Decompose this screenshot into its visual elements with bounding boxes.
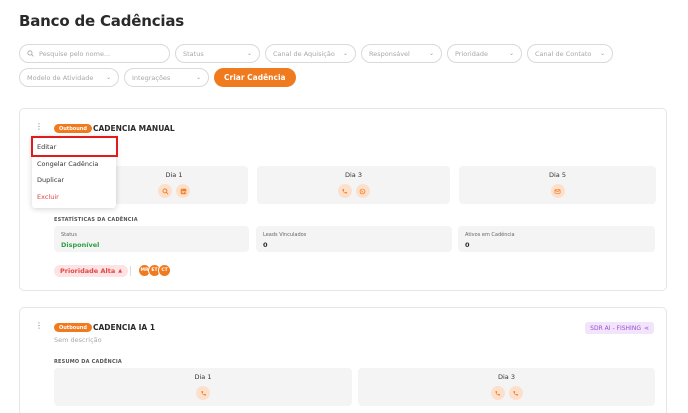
day-box: Dia 5 [459,166,656,204]
cadence-title: CADENCIA MANUAL [93,124,175,133]
responsavel-label: Responsável [369,49,410,58]
menu-item-excluir[interactable]: Excluir [32,189,116,206]
canal-aquisicao-label: Canal de Aquisição [273,49,335,58]
day-box: Dia 1 [54,368,352,406]
integracoes-filter[interactable]: Integrações ⌄ [124,68,209,87]
menu-item-duplicar[interactable]: Duplicar [32,172,116,189]
cadence-title: CADENCIA IA 1 [93,323,156,332]
stat-value: Disponível [61,241,100,249]
phone-icon [490,386,505,400]
stats-section-label: ESTATÍSTICAS DA CADÊNCIA [54,217,138,223]
day-box: Dia 3 [257,166,450,204]
priority-label: Prioridade Alta [60,267,116,275]
filter-bar: Pesquise pelo nome... Status ⌄ Canal de … [19,44,659,92]
day-label: Dia 1 [194,373,212,381]
whatsapp-icon [355,184,370,198]
chevron-down-icon: ⌄ [342,50,348,57]
search-icon [27,50,34,57]
summary-section-label: RESUMO DA CADÊNCIA [54,359,122,365]
stat-label: Ativos em Cadência [465,232,515,238]
avatar-group: MR ET CT [138,264,171,277]
stat-leads: Leads Vinculados 0 [256,226,452,252]
share-icon: ⋖ [643,324,649,332]
day-label: Dia 3 [498,373,515,381]
search-input[interactable]: Pesquise pelo nome... [19,44,170,63]
integracoes-label: Integrações [132,73,171,82]
phone-icon [196,386,210,400]
phone-icon [508,386,523,400]
day-box: Dia 3 [358,368,655,406]
more-options-icon[interactable]: ⋮ [35,322,43,330]
responsavel-filter[interactable]: Responsável ⌄ [361,44,442,63]
canal-contato-label: Canal de Contato [535,49,592,58]
menu-item-congelar[interactable]: Congelar Cadência [32,156,116,173]
stat-label: Status [61,232,77,238]
phone-icon [337,184,352,198]
email-icon [550,184,565,198]
more-options-icon[interactable]: ⋮ [35,123,43,131]
chevron-down-icon: ⌄ [195,74,201,81]
stat-value: 0 [263,241,268,249]
prioridade-filter[interactable]: Prioridade ⌄ [447,44,522,63]
chevron-down-icon: ⌄ [105,74,111,81]
status-filter-label: Status [183,49,204,58]
divider [130,266,131,276]
day-label: Dia 1 [165,171,183,179]
search-placeholder: Pesquise pelo nome... [39,49,111,58]
chevron-down-icon: ⌄ [428,50,434,57]
day-box: Dia 1 [100,166,248,204]
chevron-down-icon: ⌄ [246,50,252,57]
day-label: Dia 5 [549,171,566,179]
ai-agent-badge[interactable]: SDR AI - FISHING ⋖ [585,322,654,334]
stat-label: Leads Vinculados [263,232,307,238]
highlight-box [31,136,118,157]
search-icon [158,184,172,198]
priority-badge[interactable]: Prioridade Alta ▲ [54,265,129,277]
ai-agent-label: SDR AI - FISHING [590,324,641,332]
status-filter[interactable]: Status ⌄ [175,44,260,63]
modelo-atividade-label: Modelo de Atividade [27,73,94,82]
cadence-card: ⋮ Outbound CADENCIA IA 1 Sem descrição S… [19,307,667,413]
stat-value: 0 [465,241,470,249]
linkedin-icon [176,184,190,198]
canal-contato-filter[interactable]: Canal de Contato ⌄ [527,44,613,63]
modelo-atividade-filter[interactable]: Modelo de Atividade ⌄ [19,68,119,87]
avatar: CT [158,264,171,277]
stat-ativos: Ativos em Cadência 0 [458,226,655,252]
prioridade-label: Prioridade [455,49,488,58]
canal-aquisicao-filter[interactable]: Canal de Aquisição ⌄ [265,44,356,63]
page-title: Banco de Cadências [19,12,184,30]
chevron-down-icon: ⌄ [508,50,514,57]
chevron-down-icon: ⌄ [599,50,605,57]
stat-status: Status Disponível [54,226,249,252]
create-cadence-button[interactable]: Criar Cadência [214,68,296,87]
cadence-description: Sem descrição [54,336,102,344]
outbound-badge: Outbound [54,323,92,332]
chevron-up-icon: ▲ [118,268,123,274]
day-label: Dia 3 [345,171,362,179]
outbound-badge: Outbound [54,124,92,133]
